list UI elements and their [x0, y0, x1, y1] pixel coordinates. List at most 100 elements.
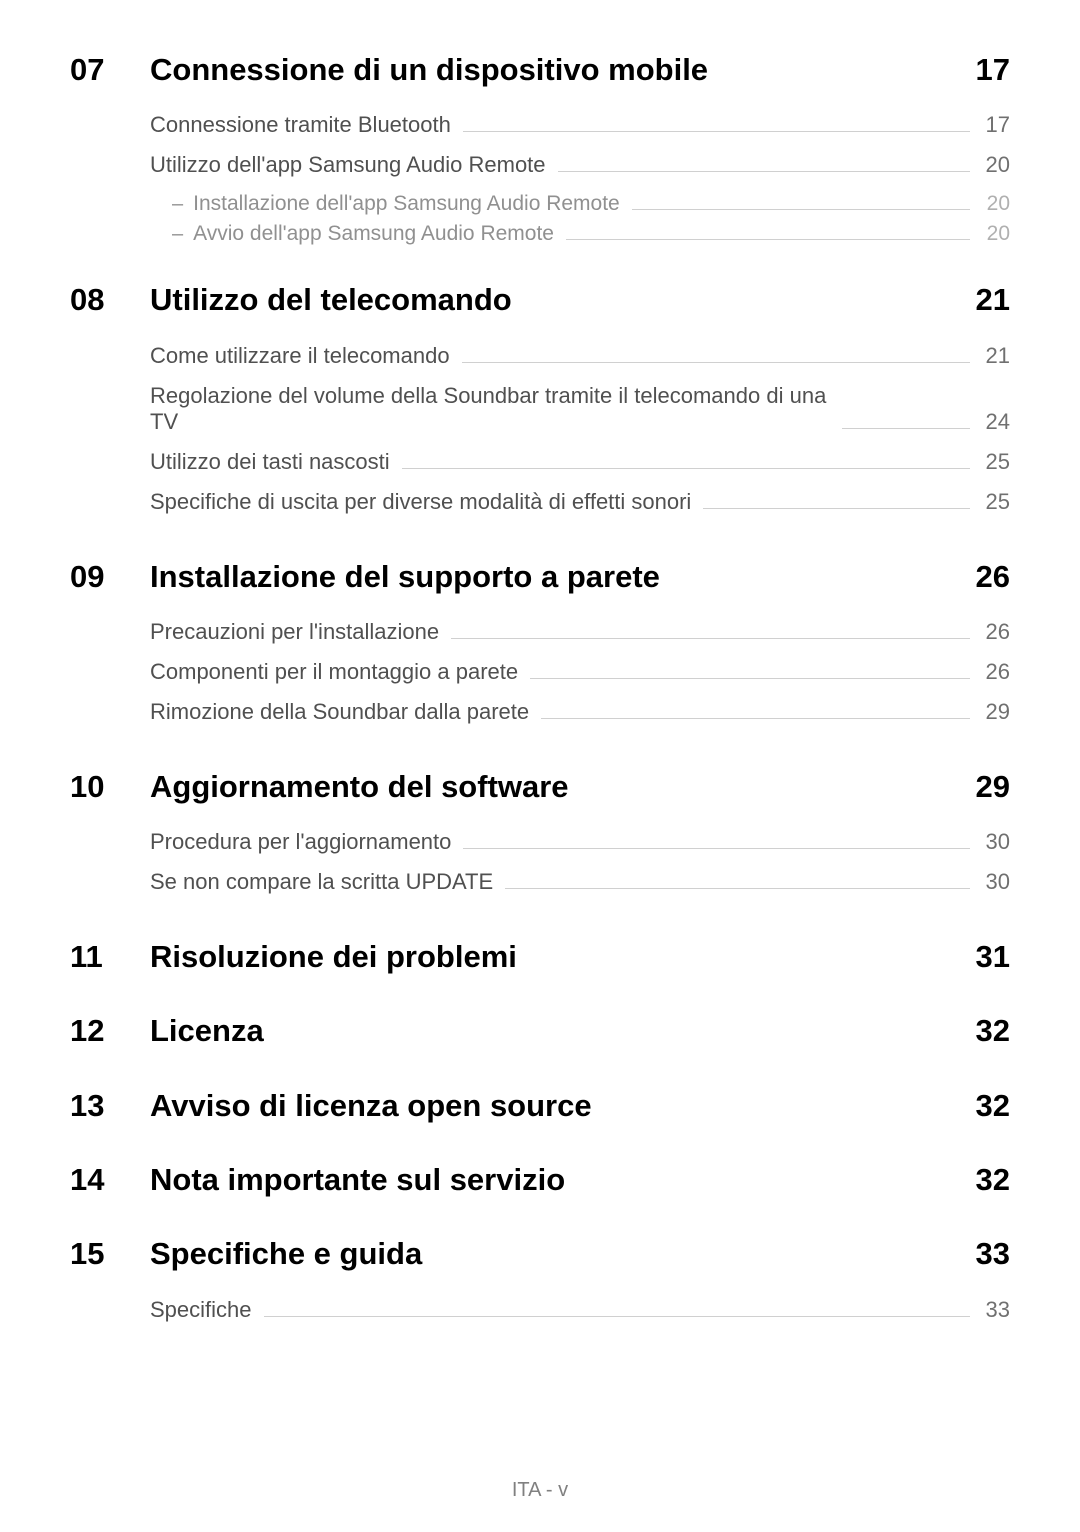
section-title: Specifiche e guida [150, 1234, 422, 1274]
entry-leader-line [558, 171, 970, 172]
section-number: 15 [70, 1234, 150, 1336]
toc-entry[interactable]: Procedura per l'aggiornamento30 [150, 829, 1010, 855]
entry-text: Come utilizzare il telecomando [150, 343, 450, 369]
entry-page: 17 [982, 112, 1010, 138]
sub-entry-page: 20 [982, 192, 1010, 216]
entry-page: 20 [982, 152, 1010, 178]
section-page: 17 [976, 52, 1010, 88]
section-title: Avviso di licenza open source [150, 1086, 592, 1126]
toc-entry[interactable]: Specifiche di uscita per diverse modalit… [150, 489, 1010, 515]
section-page: 32 [976, 1162, 1010, 1198]
section-content: Utilizzo del telecomando21Come utilizzar… [150, 280, 1010, 528]
dash-icon: – [172, 223, 183, 246]
section-number: 13 [70, 1086, 150, 1132]
section-number: 10 [70, 767, 150, 909]
entry-page: 29 [982, 699, 1010, 725]
section-number: 08 [70, 280, 150, 528]
section-page: 33 [976, 1236, 1010, 1272]
entry-page: 26 [982, 619, 1010, 645]
section-content: Specifiche e guida 33 Specifiche 33 [150, 1234, 1010, 1336]
toc-section: 14Nota importante sul servizio 32 [70, 1160, 1010, 1206]
toc-entry[interactable]: Componenti per il montaggio a parete 26 [150, 659, 1010, 685]
dash-icon: – [172, 193, 183, 216]
entry-leader-line [264, 1316, 970, 1317]
toc-entry[interactable]: Come utilizzare il telecomando 21 [150, 343, 1010, 369]
section-title: Utilizzo del telecomando [150, 280, 512, 320]
toc-entry[interactable]: Se non compare la scritta UPDATE 30 [150, 869, 1010, 895]
section-title-row[interactable]: Aggiornamento del software 29 [150, 767, 1010, 807]
entry-leader-line [463, 131, 970, 132]
section-page: 32 [976, 1088, 1010, 1124]
entry-text: Utilizzo dei tasti nascosti [150, 449, 390, 475]
toc-entry[interactable]: Specifiche 33 [150, 1297, 1010, 1323]
section-title-row[interactable]: Avviso di licenza open source 32 [150, 1086, 1010, 1126]
section-title: Licenza [150, 1011, 264, 1051]
section-number: 14 [70, 1160, 150, 1206]
entry-leader-line [451, 638, 970, 639]
section-page: 31 [976, 939, 1010, 975]
section-page: 32 [976, 1013, 1010, 1049]
toc-entry[interactable]: Precauzioni per l'installazione26 [150, 619, 1010, 645]
section-title: Connessione di un dispositivo mobile [150, 50, 708, 90]
toc-entry[interactable]: Rimozione della Soundbar dalla parete29 [150, 699, 1010, 725]
sub-entry-text: Installazione dell'app Samsung Audio Rem… [193, 192, 620, 216]
toc-section: 11Risoluzione dei problemi31 [70, 937, 1010, 983]
section-title-row[interactable]: Nota importante sul servizio 32 [150, 1160, 1010, 1200]
entry-text: Specifiche [150, 1297, 252, 1323]
toc-section: 15Specifiche e guida 33 Specifiche 33 [70, 1234, 1010, 1336]
section-title-row[interactable]: Risoluzione dei problemi31 [150, 937, 1010, 977]
entry-page: 25 [982, 449, 1010, 475]
entry-leader-line [842, 428, 970, 429]
entry-leader-line [703, 508, 970, 509]
section-content: Risoluzione dei problemi31 [150, 937, 1010, 983]
section-title-row[interactable]: Licenza 32 [150, 1011, 1010, 1051]
section-title: Aggiornamento del software [150, 767, 569, 807]
section-number: 07 [70, 50, 150, 252]
entry-text: Specifiche di uscita per diverse modalit… [150, 489, 691, 515]
toc-sub-entry[interactable]: –Avvio dell'app Samsung Audio Remote 20 [150, 222, 1010, 246]
section-content: Installazione del supporto a parete26Pre… [150, 557, 1010, 739]
toc-section: 07Connessione di un dispositivo mobile 17… [70, 50, 1010, 252]
entry-leader-line [463, 848, 970, 849]
toc-section: 10Aggiornamento del software 29 Procedura … [70, 767, 1010, 909]
section-title-row[interactable]: Installazione del supporto a parete26 [150, 557, 1010, 597]
section-content: Aggiornamento del software 29 Procedura pe… [150, 767, 1010, 909]
entry-text: Se non compare la scritta UPDATE [150, 869, 493, 895]
section-content: Connessione di un dispositivo mobile17Co… [150, 50, 1010, 252]
section-page: 29 [976, 769, 1010, 805]
entry-leader-line [530, 678, 970, 679]
sub-entry-text: Avvio dell'app Samsung Audio Remote [193, 222, 554, 246]
toc-entry[interactable]: Connessione tramite Bluetooth17 [150, 112, 1010, 138]
entry-page: 30 [982, 869, 1010, 895]
section-title-row[interactable]: Utilizzo del telecomando21 [150, 280, 1010, 320]
entry-text: Utilizzo dell'app Samsung Audio Remote [150, 152, 546, 178]
toc-section: 09Installazione del supporto a parete26P… [70, 557, 1010, 739]
section-title-row[interactable]: Connessione di un dispositivo mobile 17 [150, 50, 1010, 90]
section-title-row[interactable]: Specifiche e guida 33 [150, 1234, 1010, 1274]
entry-page: 24 [982, 409, 1010, 435]
toc-entry[interactable]: Utilizzo dei tasti nascosti 25 [150, 449, 1010, 475]
entry-leader-line [541, 718, 970, 719]
section-content: Nota importante sul servizio 32 [150, 1160, 1010, 1206]
entry-page: 33 [982, 1297, 1010, 1323]
section-title: Installazione del supporto a parete [150, 557, 660, 597]
page-footer: ITA - v [0, 1479, 1080, 1502]
entry-text: Procedura per l'aggiornamento [150, 829, 451, 855]
section-number: 12 [70, 1011, 150, 1057]
toc-entry[interactable]: Utilizzo dell'app Samsung Audio Remote 20 [150, 152, 1010, 178]
entry-page: 25 [982, 489, 1010, 515]
entry-leader-line [566, 239, 970, 240]
section-number: 09 [70, 557, 150, 739]
section-title: Nota importante sul servizio [150, 1160, 565, 1200]
toc-entry[interactable]: Regolazione del volume della Soundbar tr… [150, 383, 1010, 435]
entry-page: 21 [982, 343, 1010, 369]
toc-section: 08Utilizzo del telecomando21Come utilizz… [70, 280, 1010, 528]
toc-sub-entry[interactable]: –Installazione dell'app Samsung Audio Re… [150, 192, 1010, 216]
entry-leader-line [402, 468, 970, 469]
toc-section: 13Avviso di licenza open source 32 [70, 1086, 1010, 1132]
entry-leader-line [632, 209, 970, 210]
section-number: 11 [70, 937, 150, 983]
entry-page: 26 [982, 659, 1010, 685]
entry-text: Componenti per il montaggio a parete [150, 659, 518, 685]
sub-entry-page: 20 [982, 222, 1010, 246]
